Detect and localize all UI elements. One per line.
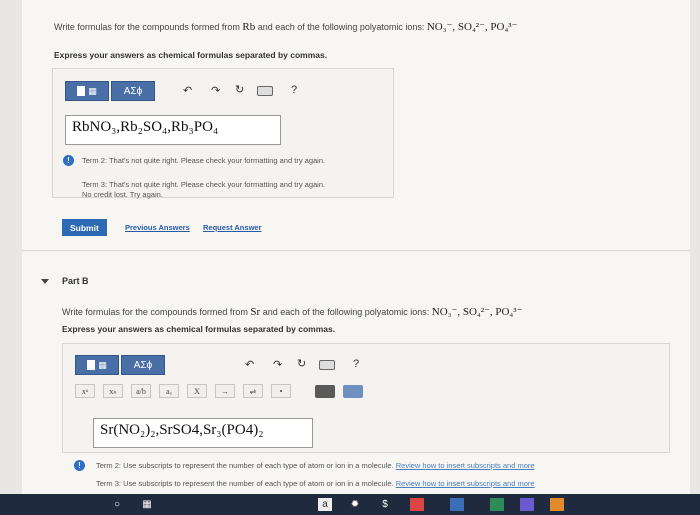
app-icon[interactable] <box>490 498 504 511</box>
feedback-text: Term 3: Use subscripts to represent the … <box>96 479 394 488</box>
review-subscripts-link[interactable]: Review how to insert subscripts and more <box>396 461 535 470</box>
keyboard-toggle-icon[interactable] <box>343 385 363 398</box>
element-symbol: Sr <box>250 306 261 318</box>
part-b-toolbar: ▦ AΣϕ <box>75 355 165 375</box>
fraction-button[interactable]: aₓ <box>159 384 179 398</box>
part-a-answer-input[interactable]: RbNO₃,Rb₂SO₄,Rb₃PO₄ <box>65 115 281 145</box>
keyboard-icon[interactable] <box>319 360 335 370</box>
app-icon[interactable] <box>550 498 564 511</box>
help-icon[interactable]: ? <box>353 358 359 370</box>
part-a-instruction: Express your answers as chemical formula… <box>54 50 328 60</box>
ion-button[interactable]: X <box>187 384 207 398</box>
part-b-answer-input[interactable]: Sr(NO₂)₂,SrSO4,Sr₃(PO4)₂ <box>93 418 313 448</box>
previous-answers-link[interactable]: Previous Answers <box>125 223 190 232</box>
part-b-instruction: Express your answers as chemical formula… <box>62 324 336 334</box>
templates-button[interactable]: ▦ <box>65 81 109 101</box>
part-b-answer-panel: ▦ AΣϕ ↶ ↷ ↻ ? xᵃ xₕ a/b aₓ X → ⇌ • Sr(NO… <box>62 343 670 453</box>
question-prefix: Write formulas for the compounds formed … <box>62 307 251 317</box>
redo-icon[interactable]: ↷ <box>273 358 282 371</box>
reset-icon[interactable]: ↻ <box>235 83 244 96</box>
info-icon: ! <box>74 460 85 471</box>
reaction-arrow-button[interactable]: → <box>215 384 235 398</box>
part-a-question: Write formulas for the compounds formed … <box>54 20 517 33</box>
greek-symbols-button[interactable]: AΣϕ <box>121 355 165 375</box>
app-icon[interactable] <box>450 498 464 511</box>
templates-button[interactable]: ▦ <box>75 355 119 375</box>
part-b-question: Write formulas for the compounds formed … <box>62 305 522 318</box>
info-icon: ! <box>63 155 74 166</box>
delete-icon[interactable] <box>315 385 335 398</box>
ion-list: NO₃⁻, SO₄²⁻, PO₄³⁻ <box>431 306 523 318</box>
part-a-toolbar: ▦ AΣϕ <box>65 81 155 101</box>
feedback-term-2: Term 2: Use subscripts to represent the … <box>96 460 535 471</box>
app-icon[interactable] <box>520 498 534 511</box>
symbol-toolbar: xᵃ xₕ a/b aₓ X → ⇌ • <box>75 384 299 398</box>
question-middle: and each of the following polyatomic ion… <box>255 22 427 32</box>
request-answer-link[interactable]: Request Answer <box>203 223 262 232</box>
app-icon[interactable] <box>410 498 424 511</box>
redo-icon[interactable]: ↷ <box>211 84 220 97</box>
question-middle: and each of the following polyatomic ion… <box>260 307 432 317</box>
undo-icon[interactable]: ↶ <box>245 358 254 371</box>
dot-button[interactable]: • <box>271 384 291 398</box>
feedback-term-2: Term 2: That's not quite right. Please c… <box>82 156 326 165</box>
help-icon[interactable]: ? <box>291 84 297 96</box>
stacked-button[interactable]: a/b <box>131 384 151 398</box>
element-symbol: Rb <box>242 21 256 33</box>
feedback-term-3: Term 3: Use subscripts to represent the … <box>96 478 535 489</box>
assignment-page: Write formulas for the compounds formed … <box>22 0 690 515</box>
search-icon[interactable]: ○ <box>110 498 124 511</box>
ion-list: NO₃⁻, SO₄²⁻, PO₄³⁻ <box>426 21 518 33</box>
review-subscripts-link[interactable]: Review how to insert subscripts and more <box>396 479 535 488</box>
template-icon <box>87 360 96 370</box>
dollar-icon[interactable]: $ <box>378 498 392 511</box>
greek-symbols-button[interactable]: AΣϕ <box>111 81 155 101</box>
undo-icon[interactable]: ↶ <box>183 84 192 97</box>
reset-icon[interactable]: ↻ <box>297 357 306 370</box>
part-b-title[interactable]: Part B <box>62 276 89 286</box>
word-icon[interactable]: a <box>318 498 332 511</box>
no-credit-note: No credit lost. Try again. <box>82 190 163 199</box>
question-prefix: Write formulas for the compounds formed … <box>54 22 243 32</box>
superscript-button[interactable]: xᵃ <box>75 384 95 398</box>
submit-button[interactable]: Submit <box>62 219 107 236</box>
keyboard-icon[interactable] <box>257 86 273 96</box>
dropbox-icon[interactable]: ✹ <box>348 498 362 511</box>
section-divider <box>22 250 690 251</box>
collapse-chevron-icon[interactable] <box>41 279 49 284</box>
task-view-icon[interactable]: ▦ <box>140 498 154 511</box>
equilibrium-arrow-button[interactable]: ⇌ <box>243 384 263 398</box>
feedback-text: Term 2: Use subscripts to represent the … <box>96 461 394 470</box>
subscript-button[interactable]: xₕ <box>103 384 123 398</box>
template-icon <box>77 86 86 96</box>
